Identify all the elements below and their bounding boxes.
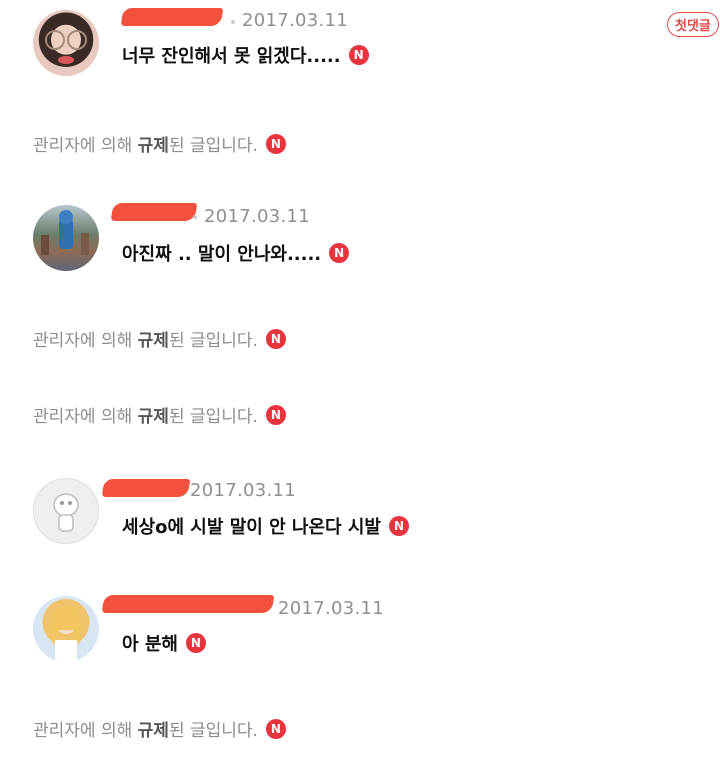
default-profile-icon (53, 493, 79, 532)
redacted-username (120, 8, 224, 26)
profile-photo-icon (41, 210, 89, 255)
removed-text-part: 된 글입니다. (168, 721, 258, 741)
removed-text-highlight: 규제 (137, 407, 169, 427)
comment-text: 아 분해 N (122, 630, 206, 656)
comment-date: 2017.03.11 (204, 206, 311, 227)
profile-photo-icon (51, 605, 81, 662)
comment-body: 세상o에 시발 말이 안 나온다 시발 (122, 517, 381, 538)
comment-body: 아 분해 (122, 634, 178, 655)
avatar[interactable] (33, 205, 99, 271)
separator-dot (193, 215, 197, 219)
new-badge-icon: N (265, 718, 286, 739)
redacted-username (110, 203, 198, 221)
removed-text-highlight: 규제 (137, 136, 169, 156)
new-badge-icon: N (388, 516, 409, 536)
removed-text-part: 된 글입니다. (168, 136, 258, 156)
new-badge-icon: N (265, 404, 286, 425)
profile-photo-icon (45, 30, 87, 64)
new-badge-icon: N (265, 328, 286, 349)
removed-comment: 관리자에 의해 규제 된 글입니다. N (33, 131, 286, 156)
new-badge-icon: N (329, 243, 350, 263)
removed-text-part: 관리자에 의해 (33, 407, 133, 427)
removed-comment: 관리자에 의해 규제 된 글입니다. N (33, 716, 286, 741)
comment-text: 아진짜 .. 말이 안나와..... N (122, 240, 350, 266)
removed-text-part: 관리자에 의해 (33, 721, 133, 741)
avatar[interactable] (33, 10, 99, 76)
separator-dot (231, 20, 235, 24)
removed-comment: 관리자에 의해 규제 된 글입니다. N (33, 402, 286, 427)
avatar[interactable] (33, 596, 99, 662)
removed-text-highlight: 규제 (137, 721, 169, 741)
removed-comment: 관리자에 의해 규제 된 글입니다. N (33, 326, 286, 351)
redacted-username (101, 479, 191, 497)
comment-date: 2017.03.11 (278, 598, 385, 619)
comment-body: 너무 잔인해서 못 읽겠다..... (122, 46, 341, 67)
avatar[interactable] (33, 478, 99, 544)
removed-text-part: 관리자에 의해 (33, 136, 133, 156)
removed-text-part: 된 글입니다. (168, 407, 258, 427)
comment-text: 너무 잔인해서 못 읽겠다..... N (122, 42, 369, 68)
comment-text: 세상o에 시발 말이 안 나온다 시발 N (122, 513, 409, 539)
comment-date: 2017.03.11 (190, 480, 297, 501)
removed-text-part: 된 글입니다. (168, 331, 258, 351)
first-comment-badge: 첫댓글 (667, 12, 719, 37)
removed-text-part: 관리자에 의해 (33, 331, 133, 351)
new-badge-icon: N (265, 133, 286, 154)
comment-date: 2017.03.11 (242, 10, 349, 31)
redacted-username (101, 595, 275, 613)
comment-body: 아진짜 .. 말이 안나와..... (122, 244, 322, 265)
new-badge-icon: N (348, 45, 369, 65)
removed-text-highlight: 규제 (137, 331, 169, 351)
new-badge-icon: N (185, 633, 206, 653)
